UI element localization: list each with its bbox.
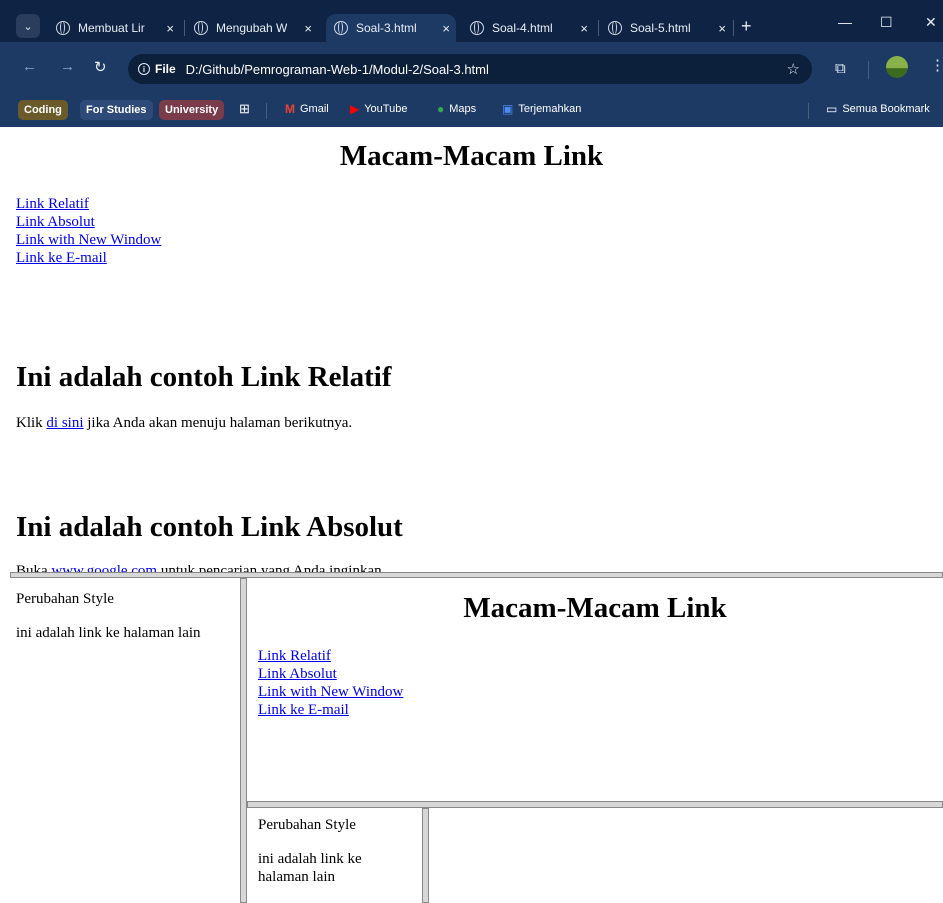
tab-mengubah[interactable]: Mengubah W × xyxy=(194,14,318,42)
back-arrow-icon[interactable]: ← xyxy=(22,58,37,75)
gmail-icon: M xyxy=(285,102,295,116)
frame-link-absolut[interactable]: Link Absolut xyxy=(258,665,403,683)
maximize-button[interactable]: ☐ xyxy=(880,14,893,31)
frame-border-vertical[interactable] xyxy=(240,578,247,903)
heading-link-relatif: Ini adalah contoh Link Relatif xyxy=(16,361,392,393)
frame-bottom-left-title: Perubahan Style xyxy=(258,817,356,833)
translate-icon: ▣ xyxy=(502,102,514,116)
bookmark-group-university[interactable]: University xyxy=(159,100,225,120)
tab-close-icon[interactable]: × xyxy=(298,21,318,36)
tab-close-icon[interactable]: × xyxy=(160,21,180,36)
globe-icon xyxy=(56,21,70,35)
frame-left-title: Perubahan Style xyxy=(16,591,114,607)
chevron-down-icon: ⌄ xyxy=(23,20,33,33)
link-new-window[interactable]: Link with New Window xyxy=(16,231,161,249)
forward-arrow-icon[interactable]: → xyxy=(60,58,75,75)
globe-icon xyxy=(194,21,208,35)
page-viewport: Macam-Macam Link Link Relatif Link Absol… xyxy=(0,127,943,903)
tab-title: Soal-5.html xyxy=(630,21,691,35)
bookmark-divider xyxy=(266,103,267,119)
tab-soal-4[interactable]: Soal-4.html × xyxy=(470,14,594,42)
bookmark-divider xyxy=(808,103,809,119)
close-window-button[interactable]: ✕ xyxy=(925,14,937,31)
tab-soal-5[interactable]: Soal-5.html × xyxy=(608,14,732,42)
bookmark-label: Semua Bookmark xyxy=(842,103,930,115)
bookmark-star-icon[interactable]: ☆ xyxy=(787,60,800,78)
tab-title: Mengubah W xyxy=(216,21,288,35)
info-icon[interactable]: i xyxy=(138,63,150,75)
tab-divider xyxy=(598,20,599,36)
paragraph-absolut: Buka www.google.com untuk pencarian yang… xyxy=(16,563,382,572)
tab-divider xyxy=(733,20,734,36)
bookmark-gmail[interactable]: M Gmail xyxy=(285,102,329,116)
tab-title: Soal-3.html xyxy=(356,21,417,35)
bookmarks-bar: Coding For Studies University ⊞ M Gmail … xyxy=(0,94,943,127)
tab-close-icon[interactable]: × xyxy=(712,21,732,36)
frame-border-horizontal[interactable] xyxy=(10,572,943,578)
globe-icon xyxy=(470,21,484,35)
browser-toolbar: ← → ↻ i File D:/Github/Pemrograman-Web-1… xyxy=(0,42,943,94)
frame-top-right-title: Macam-Macam Link xyxy=(463,592,727,624)
page-title: Macam-Macam Link xyxy=(339,140,604,172)
youtube-icon: ▶ xyxy=(350,102,360,116)
globe-icon xyxy=(334,21,348,35)
profile-avatar[interactable] xyxy=(886,56,908,78)
tab-title: Soal-4.html xyxy=(492,21,553,35)
bookmark-translate[interactable]: ▣ Terjemahkan xyxy=(502,102,581,116)
frame-bottom-left-text-2: halaman lain xyxy=(258,869,336,885)
bookmark-label: Gmail xyxy=(300,103,329,115)
paragraph-absolut-clip: Buka www.google.com untuk pencarian yang… xyxy=(0,557,943,572)
tab-close-icon[interactable]: × xyxy=(574,21,594,36)
frame-bottom-left-text-1: ini adalah link ke xyxy=(258,851,362,867)
toolbar-divider xyxy=(868,61,869,79)
link-email[interactable]: Link ke E-mail xyxy=(16,249,161,267)
bookmark-maps[interactable]: ● Maps xyxy=(437,102,476,116)
bookmark-label: Terjemahkan xyxy=(518,103,582,115)
bookmark-label: Maps xyxy=(449,103,477,115)
frame-link-email[interactable]: Link ke E-mail xyxy=(258,701,403,719)
paragraph-text: jika Anda akan menuju halaman berikutnya… xyxy=(83,415,353,431)
address-bar[interactable]: i File D:/Github/Pemrograman-Web-1/Modul… xyxy=(128,54,812,84)
minimize-button[interactable]: — xyxy=(838,14,852,30)
frame-link-list: Link Relatif Link Absolut Link with New … xyxy=(258,647,403,719)
bookmark-all-folder[interactable]: ▭ Semua Bookmark xyxy=(826,102,930,116)
tab-soal-3[interactable]: Soal-3.html × xyxy=(326,14,456,42)
paragraph-text: Klik xyxy=(16,415,47,431)
bookmark-youtube[interactable]: ▶ YouTube xyxy=(350,102,407,116)
link-di-sini[interactable]: di sini xyxy=(46,415,83,431)
link-relatif[interactable]: Link Relatif xyxy=(16,195,161,213)
frame-link-relatif[interactable]: Link Relatif xyxy=(258,647,403,665)
tab-divider xyxy=(184,20,185,36)
heading-link-absolut: Ini adalah contoh Link Absolut xyxy=(16,511,403,543)
bookmark-group-for-studies[interactable]: For Studies xyxy=(80,100,153,120)
folder-icon: ▭ xyxy=(826,102,838,116)
extensions-icon[interactable]: ⧉ xyxy=(835,60,846,77)
link-absolut[interactable]: Link Absolut xyxy=(16,213,161,231)
tab-search-button[interactable]: ⌄ xyxy=(16,14,40,38)
paragraph-text: untuk pencarian yang Anda inginkan xyxy=(157,563,382,572)
reload-icon[interactable]: ↻ xyxy=(94,58,107,76)
link-google[interactable]: www.google.com xyxy=(51,563,157,572)
tab-close-icon[interactable]: × xyxy=(436,21,456,36)
apps-grid-icon[interactable]: ⊞ xyxy=(239,101,250,117)
maps-icon: ● xyxy=(437,102,445,116)
new-tab-button[interactable]: + xyxy=(741,16,752,36)
frame-border-vertical-bottom[interactable] xyxy=(422,808,429,903)
url-text[interactable]: D:/Github/Pemrograman-Web-1/Modul-2/Soal… xyxy=(186,62,489,77)
scheme-label: File xyxy=(155,62,176,76)
bookmark-label: YouTube xyxy=(364,103,408,115)
paragraph-text: Buka xyxy=(16,563,52,572)
frame-left-text: ini adalah link ke halaman lain xyxy=(16,625,201,641)
globe-icon xyxy=(608,21,622,35)
tab-strip: ⌄ Membuat Lir × Mengubah W × Soal-3.html… xyxy=(0,0,943,42)
menu-kebab-icon[interactable]: ⋮ xyxy=(930,56,943,74)
link-list: Link Relatif Link Absolut Link with New … xyxy=(16,195,161,267)
bookmark-group-coding[interactable]: Coding xyxy=(18,100,68,120)
paragraph-relatif: Klik di sini jika Anda akan menuju halam… xyxy=(16,415,352,432)
frame-border-horizontal-right[interactable] xyxy=(247,801,943,808)
frame-link-new-window[interactable]: Link with New Window xyxy=(258,683,403,701)
tab-membuat-link[interactable]: Membuat Lir × xyxy=(56,14,180,42)
tab-title: Membuat Lir xyxy=(78,21,145,35)
